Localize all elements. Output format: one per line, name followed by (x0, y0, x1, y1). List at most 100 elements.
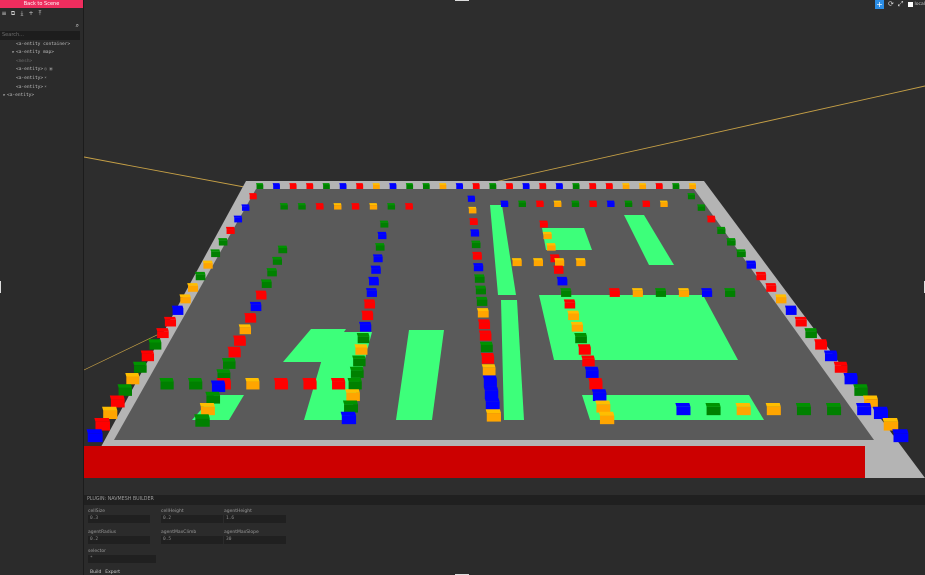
block-front (725, 290, 736, 297)
block-front (356, 184, 364, 189)
block-front (834, 365, 848, 373)
block-front (678, 290, 690, 297)
block-front (518, 202, 527, 207)
scene-viewport[interactable]: + ⟳ ⤢ local (84, 0, 925, 495)
block-top (352, 355, 366, 359)
agentmaxclimb-input[interactable]: 0.5 (161, 536, 223, 544)
tree-item[interactable]: <a-entity container> (0, 41, 83, 50)
tree-item[interactable]: ▸<a-entity> (0, 92, 83, 101)
block-front (364, 302, 376, 309)
block-top (273, 378, 289, 382)
block-front (592, 392, 607, 402)
block-front (533, 260, 543, 267)
block-front (218, 240, 228, 246)
block-front (439, 184, 447, 189)
block-top (238, 324, 252, 328)
block-front (500, 202, 509, 207)
block-top (330, 378, 346, 382)
local-toggle[interactable]: local (907, 2, 925, 7)
upload-icon[interactable]: ⤒ (37, 10, 43, 18)
tree-item[interactable]: <a-entity>☀ (0, 84, 83, 93)
block-front (350, 370, 364, 378)
search-icon[interactable]: ⌕ (76, 21, 79, 30)
export-button[interactable]: Export (105, 570, 120, 575)
tree-item[interactable]: <a-entity>☀ (0, 75, 83, 84)
block-top (538, 183, 547, 185)
tree-item-label: <a-entity> (16, 84, 44, 90)
block-front (736, 406, 751, 416)
block-top (199, 403, 215, 407)
refresh-icon[interactable]: ⟳ (888, 0, 894, 9)
block-front (250, 304, 262, 312)
block-front (245, 316, 257, 323)
block-front (160, 381, 174, 390)
sidebar-toolbar: ≡ ⧉ ⤓ + ⤒ (0, 8, 83, 19)
agentheight-input[interactable]: 1.6 (224, 515, 286, 523)
block-front (642, 202, 651, 207)
block-front (479, 333, 492, 341)
block-top (340, 411, 357, 416)
block-front (249, 195, 257, 200)
block-top (225, 226, 235, 230)
add-icon[interactable]: + (28, 10, 34, 18)
block-top (188, 378, 203, 382)
block-top (638, 183, 647, 185)
checkbox-icon[interactable] (907, 2, 913, 7)
block-front (188, 285, 199, 292)
block-front (483, 379, 497, 387)
search-input[interactable] (0, 30, 80, 40)
tree-item[interactable]: <a-entity>◎ ▣ (0, 66, 83, 75)
block-front (475, 288, 486, 295)
block-top (202, 260, 213, 264)
block-front (157, 331, 169, 339)
block-top (249, 193, 257, 196)
block-top (205, 391, 221, 396)
block-top (697, 204, 706, 207)
block-front (256, 184, 264, 189)
layers-icon[interactable]: ≡ (1, 10, 7, 18)
tree-item[interactable]: ▸<a-entity map> (0, 49, 83, 58)
block-top (484, 398, 500, 402)
fullscreen-icon[interactable]: ⤢ (898, 0, 904, 9)
block-top (675, 403, 691, 407)
block-top (489, 183, 497, 185)
block-top (389, 183, 397, 185)
block-top (475, 296, 488, 300)
block-top (472, 251, 482, 255)
cellheight-input[interactable]: 0.2 (161, 515, 223, 523)
block-front (639, 184, 647, 189)
block-front (522, 184, 530, 189)
block-front (373, 256, 383, 263)
block-top (533, 258, 543, 261)
scene-canvas[interactable] (84, 0, 925, 495)
block-top (372, 183, 380, 185)
block-top (745, 260, 756, 264)
agentmaxslope-input[interactable]: 30 (224, 536, 286, 544)
build-button[interactable]: Build (90, 570, 101, 575)
block-top (272, 183, 280, 185)
block-top (404, 203, 413, 206)
block-top (804, 328, 817, 332)
block-front (473, 265, 484, 272)
local-toggle-label: local (914, 2, 925, 7)
add-entity-button[interactable]: + (875, 0, 885, 9)
cellsize-input[interactable]: 0.3 (88, 515, 150, 523)
copy-icon[interactable]: ⧉ (10, 10, 16, 18)
block-front (280, 205, 288, 210)
block-top (672, 183, 680, 185)
navmesh-builder-panel: PLUGIN: NAVMESH BUILDER cellSize 0.3 cel… (84, 495, 925, 575)
selector-input[interactable]: * (88, 555, 156, 563)
download-icon[interactable]: ⤓ (19, 10, 25, 18)
block-top (322, 183, 330, 185)
tree-item[interactable]: <mesh> (0, 58, 83, 67)
block-top (187, 283, 199, 286)
agentradius-input[interactable]: 0.2 (88, 536, 150, 544)
block-top (577, 344, 591, 348)
block-top (94, 418, 110, 422)
block-top (370, 265, 381, 269)
block-top (467, 195, 476, 198)
block-front (561, 290, 572, 297)
block-top (474, 274, 485, 277)
block-front (387, 205, 396, 210)
back-to-scene-button[interactable]: Back to Scene (0, 0, 83, 8)
